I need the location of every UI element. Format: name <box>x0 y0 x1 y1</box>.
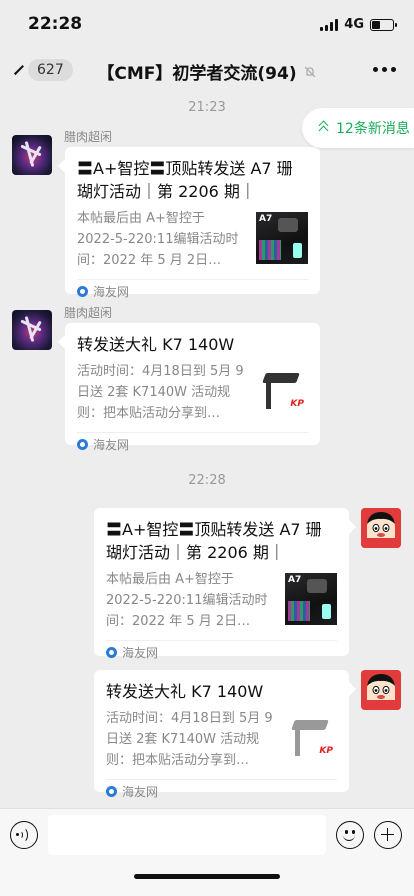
status-bar: 22:28 4G <box>0 0 414 46</box>
my-avatar[interactable] <box>361 508 401 548</box>
card-description: 本帖最后由 A+智控于 2022-5-220:11编辑活动时间：2022 年 5… <box>106 572 268 629</box>
status-icons: 4G <box>320 17 397 32</box>
double-chevron-up-icon <box>318 121 330 135</box>
chat-title-wrap[interactable]: 【CMF】初学者交流(94) <box>0 59 414 84</box>
card-title: 〓A+智控〓顶贴转发送 A7 珊瑚灯活动｜第 2206 期｜ <box>77 159 293 201</box>
message-list[interactable]: 21:23 腊肉超闲 〓A+智控〓顶贴转发送 A7 珊瑚灯活动｜第 2206 期… <box>0 94 414 808</box>
link-card[interactable]: 转发送大礼 K7 140W 活动时间：4月18日到 5月 9日送 2套 K714… <box>57 323 320 452</box>
card-thumbnail: KP <box>256 365 308 417</box>
link-card[interactable]: 〓A+智控〓顶贴转发送 A7 珊瑚灯活动｜第 2206 期｜ 本帖最后由 A+智… <box>57 147 320 299</box>
bell-off-icon <box>304 66 316 77</box>
battery-icon <box>370 18 397 31</box>
haiyou-logo-icon <box>77 439 88 450</box>
avatar[interactable] <box>12 135 52 175</box>
card-source-label: 海友网 <box>93 438 130 452</box>
card-title: 〓A+智控〓顶贴转发送 A7 珊瑚灯活动｜第 2206 期｜ <box>106 520 322 562</box>
card-description: 活动时间：4月18日到 5月 9日送 2套 K7140W 活动规则：把本贴活动分… <box>77 364 244 421</box>
card-title: 转发送大礼 K7 140W <box>77 335 235 354</box>
message-input[interactable] <box>48 815 326 855</box>
haiyou-logo-icon <box>77 286 88 297</box>
card-description: 本帖最后由 A+智控于 2022-5-220:11编辑活动时间：2022 年 5… <box>77 211 239 268</box>
signal-icon <box>320 18 339 31</box>
input-bar <box>0 808 414 896</box>
link-card[interactable]: 〓A+智控〓顶贴转发送 A7 珊瑚灯活动｜第 2206 期｜ 本帖最后由 A+智… <box>94 508 357 660</box>
card-title: 转发送大礼 K7 140W <box>106 682 264 701</box>
card-source: 海友网 <box>77 279 308 303</box>
plus-icon[interactable] <box>374 821 402 849</box>
voice-icon[interactable] <box>10 821 38 849</box>
emoji-icon[interactable] <box>336 821 364 849</box>
chat-header: 627 【CMF】初学者交流(94) <box>0 46 414 94</box>
card-thumbnail: KP <box>285 712 337 764</box>
sender-name: 腊肉超闲 <box>64 130 113 144</box>
card-description: 活动时间：4月18日到 5月 9日送 2套 K7140W 活动规则：把本贴活动分… <box>106 711 273 768</box>
battery-level <box>372 20 380 29</box>
card-source-label: 海友网 <box>122 785 159 799</box>
link-card[interactable]: 转发送大礼 K7 140W 活动时间：4月18日到 5月 9日送 2套 K714… <box>94 670 357 799</box>
card-source: 海友网 <box>106 640 337 664</box>
network-type: 4G <box>344 17 364 32</box>
new-messages-label: 12条新消息 <box>336 121 410 137</box>
haiyou-logo-icon <box>106 647 117 658</box>
card-thumbnail: A7 <box>256 212 308 264</box>
chat-title: 【CMF】初学者交流(94) <box>97 64 297 84</box>
more-dots-icon[interactable] <box>373 67 396 72</box>
home-indicator <box>134 874 280 879</box>
card-thumbnail: A7 <box>285 573 337 625</box>
card-source-label: 海友网 <box>122 646 159 660</box>
card-source: 海友网 <box>106 779 337 803</box>
sender-name: 腊肉超闲 <box>64 306 113 320</box>
status-time: 22:28 <box>28 14 83 34</box>
my-avatar[interactable] <box>361 670 401 710</box>
card-source-label: 海友网 <box>93 285 130 299</box>
haiyou-logo-icon <box>106 786 117 797</box>
time-separator: 22:28 <box>188 473 226 488</box>
card-source: 海友网 <box>77 432 308 456</box>
new-messages-button[interactable]: 12条新消息 <box>302 108 414 148</box>
avatar[interactable] <box>12 310 52 350</box>
